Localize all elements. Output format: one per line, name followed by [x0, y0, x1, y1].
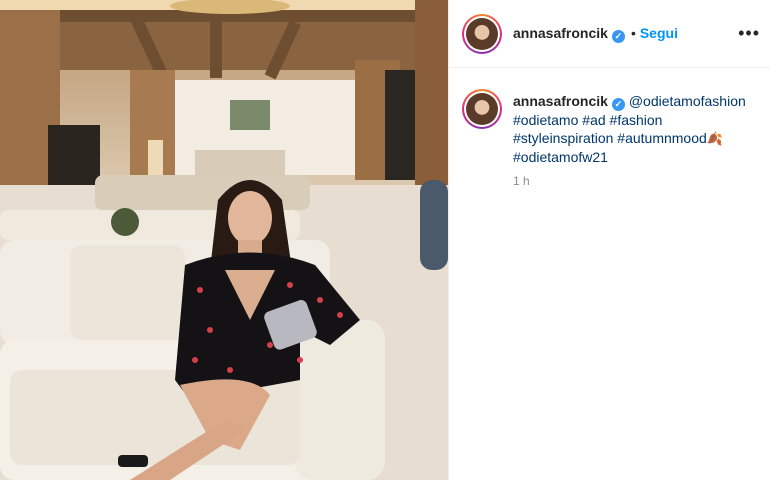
caption-author-avatar[interactable] [462, 89, 502, 129]
header-user-line: annasafroncik ✓ • Segui [513, 25, 678, 43]
author-avatar[interactable] [462, 14, 502, 54]
post-header: annasafroncik ✓ • Segui ••• [449, 0, 770, 68]
post-timestamp[interactable]: 1 h [513, 174, 530, 188]
caption-text: annasafroncik ✓ @odietamofashion #odietam… [513, 92, 763, 166]
follow-button[interactable]: Segui [640, 25, 678, 41]
hashtag-link[interactable]: #autumnmood [617, 130, 707, 146]
post-photo-illustration [0, 0, 448, 480]
follow-separator: • [630, 25, 636, 41]
author-username[interactable]: annasafroncik [513, 25, 608, 41]
autumn-leaf-icon: 🍂 [706, 131, 723, 146]
verified-badge-icon: ✓ [611, 98, 625, 111]
hashtag-link[interactable]: #odietamofw21 [513, 149, 608, 165]
hashtag-link[interactable]: #styleinspiration [513, 130, 613, 146]
caption-username[interactable]: annasafroncik [513, 93, 608, 109]
post-photo[interactable] [0, 0, 448, 480]
avatar-photo [466, 18, 498, 50]
avatar-photo [466, 93, 498, 125]
verified-badge-icon: ✓ [611, 30, 625, 43]
hashtag-link[interactable]: #odietamo [513, 112, 578, 128]
hashtag-link[interactable]: #fashion [610, 112, 663, 128]
hashtag-link[interactable]: #ad [582, 112, 605, 128]
more-options-icon[interactable]: ••• [738, 24, 760, 42]
caption-mention-link[interactable]: @odietamofashion [629, 93, 746, 109]
post-side-panel: annasafroncik ✓ • Segui ••• annasafroncik ✓ … [449, 0, 770, 480]
